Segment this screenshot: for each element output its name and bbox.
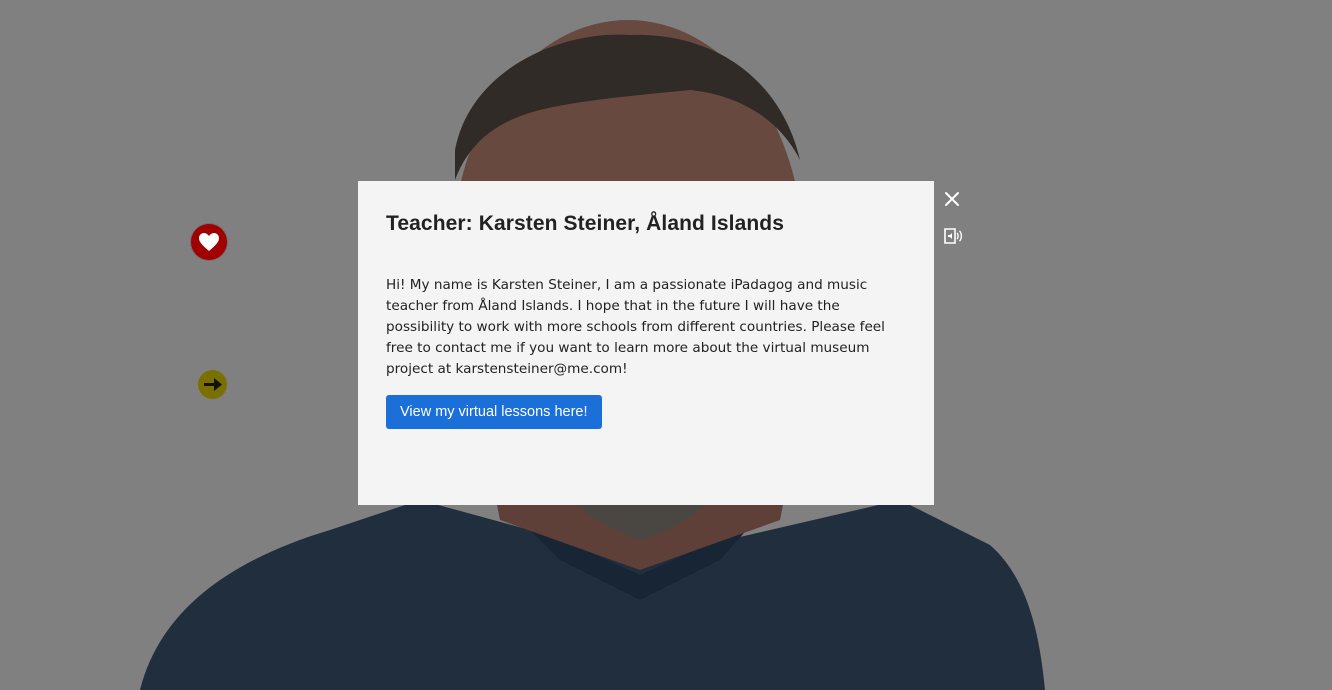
dialog-title: Teacher: Karsten Steiner, Åland Islands: [386, 212, 784, 235]
close-button[interactable]: [942, 189, 962, 209]
heart-hotspot[interactable]: [191, 224, 227, 260]
close-icon: [945, 192, 959, 206]
dialog-body-text: Hi! My name is Karsten Steiner, I am a p…: [386, 277, 885, 377]
virtual-museum-scene: Teacher: Karsten Steiner, Åland Islands …: [0, 0, 1332, 690]
heart-icon: [199, 233, 219, 251]
audio-description-icon: [944, 228, 963, 244]
view-lessons-button[interactable]: View my virtual lessons here!: [386, 395, 602, 429]
teacher-info-dialog: Teacher: Karsten Steiner, Åland Islands …: [358, 181, 934, 505]
audio-description-button[interactable]: [943, 227, 965, 245]
navigate-hotspot[interactable]: [198, 370, 227, 399]
arrow-right-icon: [204, 378, 222, 391]
